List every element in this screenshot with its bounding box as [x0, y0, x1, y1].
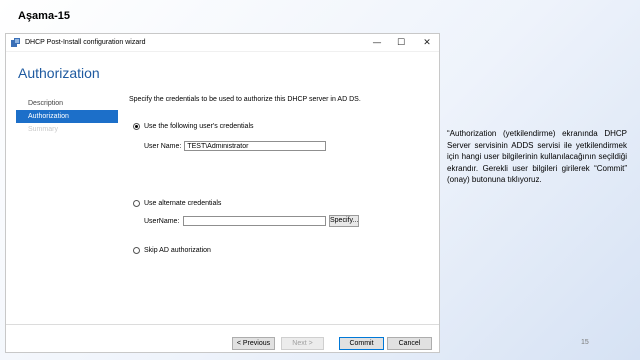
page-title: Authorization: [18, 65, 100, 81]
page-number: 15: [581, 339, 589, 346]
next-button: Next >: [281, 337, 324, 350]
slide-description: “Authorization (yetkilendirme) ekranında…: [447, 129, 627, 184]
footer-divider: [6, 324, 439, 325]
alt-user-name-label: UserName:: [144, 217, 180, 225]
minimize-icon[interactable]: —: [371, 37, 383, 49]
radio-button[interactable]: [133, 123, 140, 130]
alt-user-name-row: UserName:: [144, 216, 327, 226]
nav-item-summary: Summary: [28, 126, 58, 133]
radio-skip[interactable]: Skip AD authorization: [133, 247, 211, 254]
radio-label: Skip AD authorization: [144, 247, 211, 254]
radio-button[interactable]: [133, 200, 140, 207]
specify-button[interactable]: Specify...: [329, 215, 359, 227]
radio-current-user[interactable]: Use the following user's credentials: [133, 123, 254, 130]
user-name-field[interactable]: [184, 141, 327, 151]
user-name-label: User Name:: [144, 142, 182, 150]
wizard-nav: Description Authorization Summary: [16, 97, 118, 136]
user-name-row: User Name:: [144, 141, 327, 151]
radio-label: Use alternate credentials: [144, 200, 222, 207]
commit-button[interactable]: Commit: [339, 337, 384, 350]
wizard-window: DHCP Post-Install configuration wizard —…: [5, 33, 440, 353]
radio-label: Use the following user's credentials: [144, 123, 254, 130]
instruction-text: Specify the credentials to be used to au…: [129, 96, 361, 103]
slide-title: Aşama-15: [18, 10, 70, 22]
previous-button[interactable]: < Previous: [232, 337, 275, 350]
radio-alternate[interactable]: Use alternate credentials: [133, 200, 221, 207]
radio-button[interactable]: [133, 247, 140, 254]
server-manager-icon: [11, 37, 21, 48]
nav-item-description[interactable]: Description: [16, 97, 118, 110]
cancel-button[interactable]: Cancel: [387, 337, 432, 350]
alt-user-name-field[interactable]: [183, 216, 327, 226]
window-titlebar: DHCP Post-Install configuration wizard —…: [6, 34, 439, 52]
nav-item-authorization[interactable]: Authorization: [16, 110, 118, 123]
close-icon[interactable]: ✕: [421, 37, 433, 49]
window-title: DHCP Post-Install configuration wizard: [25, 39, 146, 46]
maximize-icon[interactable]: ☐: [395, 37, 407, 49]
